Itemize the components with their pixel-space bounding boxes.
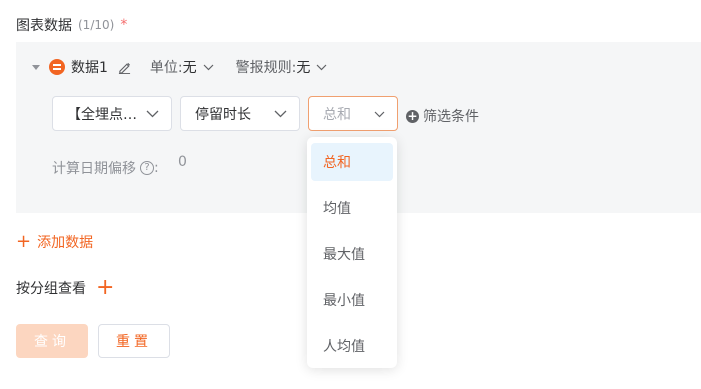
pencil-icon[interactable] <box>118 60 132 74</box>
required-mark: * <box>120 17 128 33</box>
dropdown-option-max[interactable]: 最大值 <box>311 235 393 273</box>
date-offset-text: 计算日期偏移 <box>52 161 136 177</box>
series-name: 数据1 <box>71 60 108 76</box>
date-offset-colon: : <box>154 160 159 176</box>
section-title: 图表数据 (1/10) * <box>16 15 127 35</box>
filter-label: 筛选条件 <box>423 109 479 125</box>
aggregate-select-placeholder: 总和 <box>323 106 351 123</box>
series-header: 数据1 单位: 无 警报规则: 无 <box>16 58 327 76</box>
plus-circle-icon: + <box>406 108 419 123</box>
dropdown-option-per-user-average[interactable]: 人均值 <box>311 327 393 365</box>
dropdown-option-min[interactable]: 最小值 <box>311 281 393 319</box>
metric-select[interactable]: 停留时长 <box>180 96 300 131</box>
event-select[interactable]: 【全埋点… <box>52 96 172 131</box>
series-icon <box>49 59 65 75</box>
chevron-down-icon <box>203 59 214 75</box>
section-title-text: 图表数据 <box>16 18 72 34</box>
plus-icon[interactable]: + <box>96 277 114 299</box>
question-circle-icon[interactable]: ? <box>140 161 154 175</box>
alert-rule-label: 警报规则: <box>235 60 297 76</box>
query-button[interactable]: 查询 <box>16 324 88 358</box>
add-data-button[interactable]: + 添加数据 <box>16 232 93 252</box>
metric-select-value: 停留时长 <box>195 106 251 123</box>
unit-label: 单位: <box>149 60 183 76</box>
chevron-down-icon <box>274 106 287 122</box>
alert-rule-value: 无 <box>296 60 311 76</box>
chevron-down-icon <box>146 106 159 122</box>
chevron-down-icon <box>374 106 385 122</box>
unit-value: 无 <box>182 60 197 76</box>
plus-icon: + <box>16 231 32 252</box>
series-count: (1/10) <box>78 18 115 32</box>
date-offset-label: 计算日期偏移 ? : <box>52 158 159 178</box>
dropdown-option-average[interactable]: 均值 <box>311 189 393 227</box>
event-select-value: 【全埋点… <box>67 106 137 123</box>
chevron-down-icon <box>316 59 327 75</box>
aggregate-select[interactable]: 总和 <box>308 96 398 131</box>
caret-down-icon[interactable] <box>32 64 40 70</box>
group-by-label: 按分组查看 <box>16 281 86 297</box>
date-offset-value[interactable]: 0 <box>178 154 187 170</box>
unit-selector[interactable]: 单位: 无 <box>150 57 214 77</box>
alert-rule-selector[interactable]: 警报规则: 无 <box>236 57 328 77</box>
aggregate-dropdown: 总和 均值 最大值 最小值 人均值 <box>307 137 397 368</box>
dropdown-option-sum[interactable]: 总和 <box>311 143 393 181</box>
add-data-label: 添加数据 <box>37 235 94 251</box>
add-filter-button[interactable]: + 筛选条件 <box>406 106 479 126</box>
reset-button[interactable]: 重置 <box>98 324 170 358</box>
group-by-row: 按分组查看 + <box>16 277 114 299</box>
